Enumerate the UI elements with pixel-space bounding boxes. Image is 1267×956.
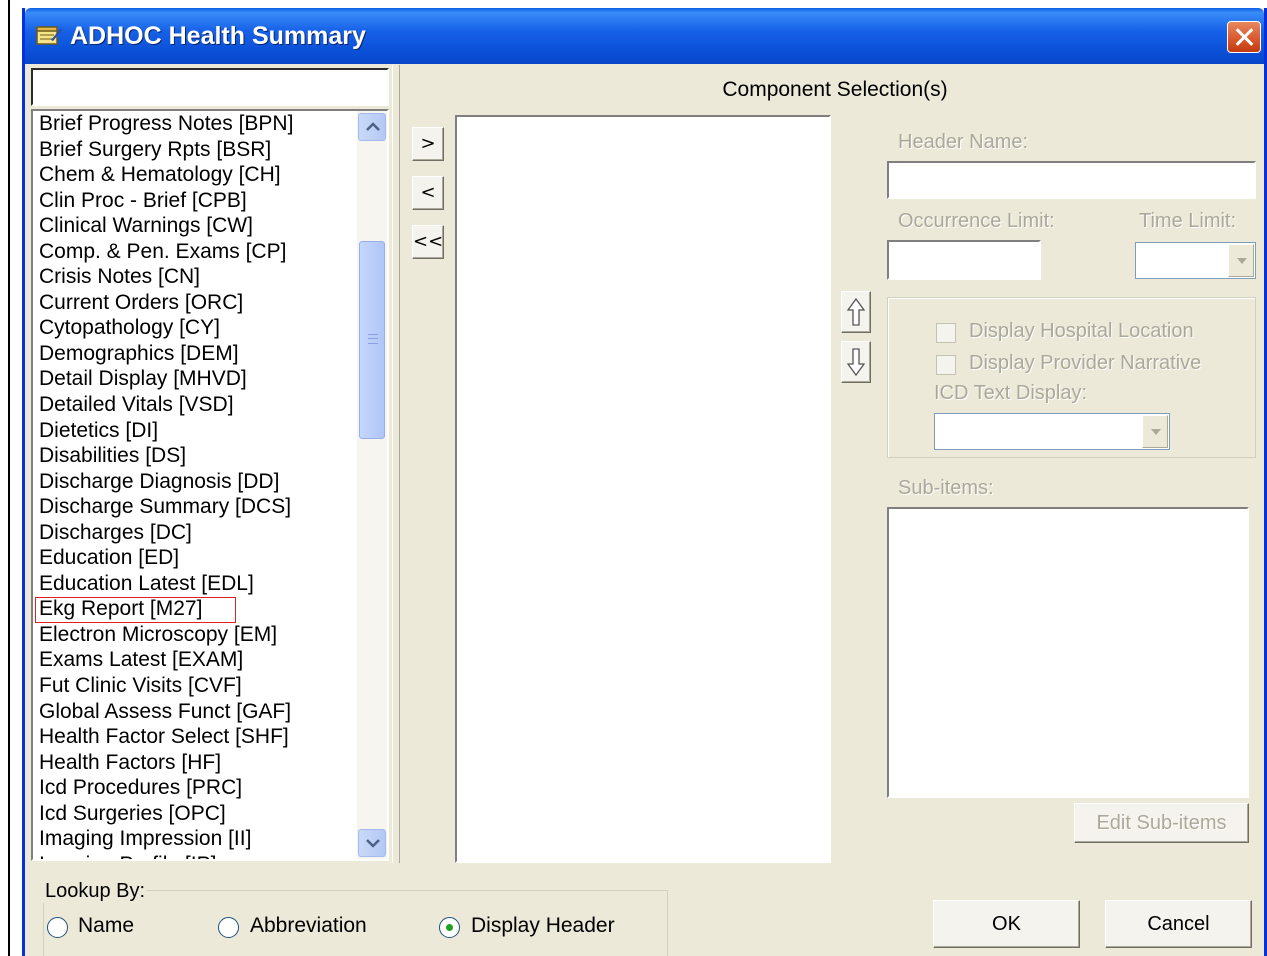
window-title: ADHOC Health Summary [70, 22, 366, 50]
list-item[interactable]: Education [ED] [33, 545, 353, 571]
list-item[interactable]: Disabilities [DS] [33, 443, 353, 469]
remove-all-button[interactable]: << [412, 225, 444, 259]
page-left-rule [8, 0, 10, 956]
list-item[interactable]: Clin Proc - Brief [CPB] [33, 188, 353, 214]
lookup-display-header-radio[interactable] [439, 917, 460, 938]
chevron-down-icon [366, 839, 380, 848]
list-scrollbar[interactable] [357, 111, 387, 859]
lookup-abbreviation-radio[interactable] [218, 917, 239, 938]
display-provider-label: Display Provider Narrative [969, 352, 1202, 374]
chevron-down-icon [1151, 429, 1161, 435]
list-item[interactable]: Ekg Report [M27] [33, 596, 353, 623]
list-item[interactable]: Chem & Hematology [CH] [33, 162, 353, 188]
cancel-button[interactable]: Cancel [1105, 900, 1252, 948]
move-up-button[interactable] [841, 291, 871, 333]
list-item[interactable]: Icd Surgeries [OPC] [33, 801, 353, 827]
list-item[interactable]: Dietetics [DI] [33, 418, 353, 444]
scroll-up-button[interactable] [358, 113, 386, 141]
list-item[interactable]: Cytopathology [CY] [33, 315, 353, 341]
occurrence-limit-label: Occurrence Limit: [898, 210, 1055, 232]
time-limit-select[interactable] [1135, 242, 1256, 279]
display-provider-checkbox[interactable] [936, 355, 956, 375]
list-item[interactable]: Detail Display [MHVD] [33, 366, 353, 392]
list-item[interactable]: Current Orders [ORC] [33, 290, 353, 316]
close-button[interactable] [1227, 21, 1261, 53]
list-item[interactable]: Detailed Vitals [VSD] [33, 392, 353, 418]
list-item[interactable]: Crisis Notes [CN] [33, 264, 353, 290]
dialog-window: ADHOC Health Summary Brief Progress Note… [22, 8, 1267, 956]
lookup-abbreviation-label[interactable]: Abbreviation [250, 914, 367, 938]
arrow-up-icon [847, 297, 865, 326]
list-item[interactable]: Imaging Profile [IP] [33, 852, 353, 859]
list-item[interactable]: Clinical Warnings [CW] [33, 213, 353, 239]
panel-splitter[interactable] [392, 65, 400, 863]
notepad-icon [36, 26, 62, 45]
list-item[interactable]: Brief Progress Notes [BPN] [33, 111, 353, 137]
header-name-input[interactable] [887, 161, 1256, 199]
remove-component-button[interactable]: < [412, 176, 444, 210]
grip-icon [368, 334, 378, 344]
time-limit-dropdown-button[interactable] [1228, 244, 1254, 277]
list-item[interactable]: Imaging Impression [II] [33, 826, 353, 852]
list-item[interactable]: Electron Microscopy [EM] [33, 622, 353, 648]
lookup-name-radio[interactable] [47, 917, 68, 938]
chevron-up-icon [366, 122, 380, 131]
time-limit-label: Time Limit: [1139, 210, 1237, 232]
list-item[interactable]: Health Factors [HF] [33, 750, 353, 776]
ok-button[interactable]: OK [933, 900, 1080, 948]
component-selection-title: Component Selection(s) [722, 78, 948, 101]
scroll-down-button[interactable] [358, 829, 386, 857]
lookup-display-header-label[interactable]: Display Header [471, 914, 615, 938]
scroll-thumb[interactable] [359, 241, 385, 439]
list-item[interactable]: Demographics [DEM] [33, 341, 353, 367]
list-item[interactable]: Health Factor Select [SHF] [33, 724, 353, 750]
occurrence-limit-input[interactable] [887, 240, 1041, 280]
list-item[interactable]: Discharge Summary [DCS] [33, 494, 353, 520]
chevron-down-icon [1237, 258, 1247, 264]
icd-text-display-label: ICD Text Display: [934, 382, 1088, 404]
edit-sub-items-button[interactable]: Edit Sub-items [1074, 803, 1249, 843]
component-list[interactable]: Brief Progress Notes [BPN] Brief Surgery … [31, 109, 389, 861]
list-item[interactable]: Brief Surgery Rpts [BSR] [33, 137, 353, 163]
lookup-by-legend: Lookup By: [43, 880, 148, 903]
list-item[interactable]: Comp. & Pen. Exams [CP] [33, 239, 353, 265]
list-item[interactable]: Icd Procedures [PRC] [33, 775, 353, 801]
list-item[interactable]: Exams Latest [EXAM] [33, 647, 353, 673]
list-item[interactable]: Fut Clinic Visits [CVF] [33, 673, 353, 699]
list-item[interactable]: Discharge Diagnosis [DD] [33, 469, 353, 495]
display-hospital-label: Display Hospital Location [969, 320, 1194, 342]
sub-items-label: Sub-items: [898, 477, 994, 499]
display-hospital-checkbox[interactable] [936, 323, 956, 343]
add-component-button[interactable]: > [412, 127, 444, 161]
title-bar[interactable]: ADHOC Health Summary [25, 8, 1264, 64]
icd-text-dropdown-button[interactable] [1142, 415, 1168, 448]
arrow-down-icon [847, 348, 865, 377]
lookup-name-label[interactable]: Name [78, 914, 134, 938]
icd-text-display-select[interactable] [934, 413, 1170, 450]
list-item[interactable]: Discharges [DC] [33, 520, 353, 546]
list-item[interactable]: Education Latest [EDL] [33, 571, 353, 597]
header-name-label: Header Name: [898, 131, 1029, 153]
list-item[interactable]: Global Assess Funct [GAF] [33, 699, 353, 725]
move-down-button[interactable] [841, 341, 871, 383]
sub-items-list[interactable] [887, 507, 1249, 798]
selected-components-list[interactable] [455, 115, 831, 863]
search-input[interactable] [31, 68, 389, 106]
